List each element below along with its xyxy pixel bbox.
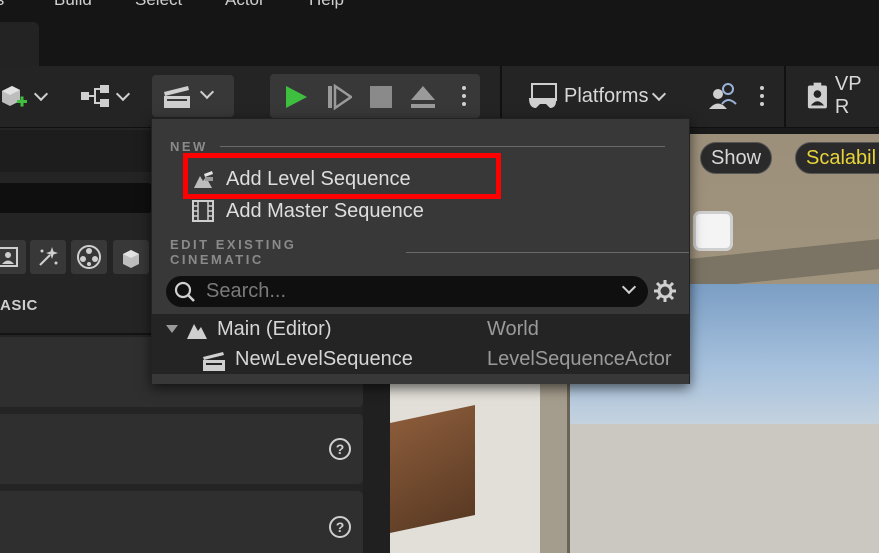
show-button[interactable]: Show [700,142,773,174]
new-section-header: NEW [170,139,665,154]
more-options-icon[interactable] [760,86,764,106]
search-icon [174,281,195,302]
step-forward-icon[interactable] [326,84,352,110]
section-divider [219,146,665,147]
play-icon[interactable] [283,84,309,110]
new-section-label: NEW [170,139,208,154]
dropdown-footer [152,374,689,384]
tree-item-name: NewLevelSequence [235,348,413,370]
edit-section-header: EDIT EXISTING CINEMATIC [170,237,689,267]
tree-item-type: World [487,318,539,340]
edit-section-label: EDIT EXISTING CINEMATIC [170,237,297,267]
cinematic-tree: Main (Editor) World NewLevelSequence Lev… [152,314,689,374]
basic-category-label: ASIC [0,297,38,314]
help-icon[interactable]: ? [329,516,351,538]
chevron-down-icon [33,86,49,101]
add-actor-icon [2,86,27,107]
menu-item-select[interactable]: Select [135,0,182,10]
panel-tab-strip [0,130,152,172]
highlight-annotation [183,153,501,199]
toolbar-divider [784,66,786,128]
clapperboard-icon [203,352,225,371]
cinematic-search-box[interactable] [166,276,648,307]
cinematics-dropdown: NEW Add Level Sequence Add Master Sequen… [151,118,690,384]
stop-icon[interactable] [369,85,393,109]
place-person-icon[interactable] [0,240,26,274]
cinematic-search-input[interactable] [206,279,606,304]
tree-item-name: Main (Editor) [217,318,332,340]
multi-user-button[interactable] [708,76,738,116]
menu-item-help[interactable]: Help [309,0,344,10]
menu-bar: ls Build Select Actor Help [0,0,879,20]
add-content-button[interactable] [0,76,49,116]
chevron-down-icon [115,86,131,101]
blueprint-button[interactable] [80,76,131,116]
place-shapes-icon[interactable] [113,240,149,274]
panel-search-input[interactable] [0,183,152,213]
badge-icon [807,82,827,109]
menu-item-build[interactable]: Build [54,0,92,10]
clapperboard-icon [164,86,190,108]
play-options-icon[interactable] [462,86,466,106]
tree-row[interactable]: NewLevelSequence LevelSequenceActor [152,346,689,376]
tree-row[interactable]: Main (Editor) World [152,316,689,346]
chevron-down-icon [652,86,667,101]
eject-icon[interactable] [410,84,436,110]
light-source-icon[interactable] [696,214,730,248]
chevron-down-icon[interactable] [621,279,637,295]
gamepad-monitor-icon [529,83,557,108]
place-media-icon[interactable] [71,240,107,274]
tree-item-type: LevelSequenceActor [487,348,672,370]
menu-item-actor[interactable]: Actor [225,0,265,10]
cinematics-button[interactable] [152,75,234,117]
users-icon [709,83,737,109]
platforms-button[interactable]: Platforms [528,76,667,116]
help-icon[interactable]: ? [329,438,351,460]
chevron-down-icon [199,84,215,100]
scene-lower-wall [570,424,879,553]
actor-list-card[interactable]: ? [0,491,363,553]
scene-wood-beam [390,404,475,534]
section-divider [406,251,689,253]
play-controls [270,74,480,118]
tab-strip [0,20,879,66]
film-strip-icon [192,200,214,222]
expand-arrow-icon[interactable] [165,324,179,334]
scalability-button[interactable]: Scalabil [795,142,879,174]
add-master-sequence-label: Add Master Sequence [226,199,424,222]
virtual-production-button[interactable]: VP R [806,73,879,118]
level-tab[interactable] [0,22,39,68]
menu-item-tools[interactable]: ls [0,0,4,10]
place-effects-icon[interactable] [30,240,66,274]
world-icon [187,324,207,339]
blueprint-icon [81,85,109,107]
gear-icon[interactable] [653,279,677,303]
add-master-sequence-item[interactable]: Add Master Sequence [192,197,424,225]
actor-list-card[interactable]: ? [0,414,363,484]
platforms-label: Platforms [564,84,649,107]
vp-label: VP R [834,73,862,118]
